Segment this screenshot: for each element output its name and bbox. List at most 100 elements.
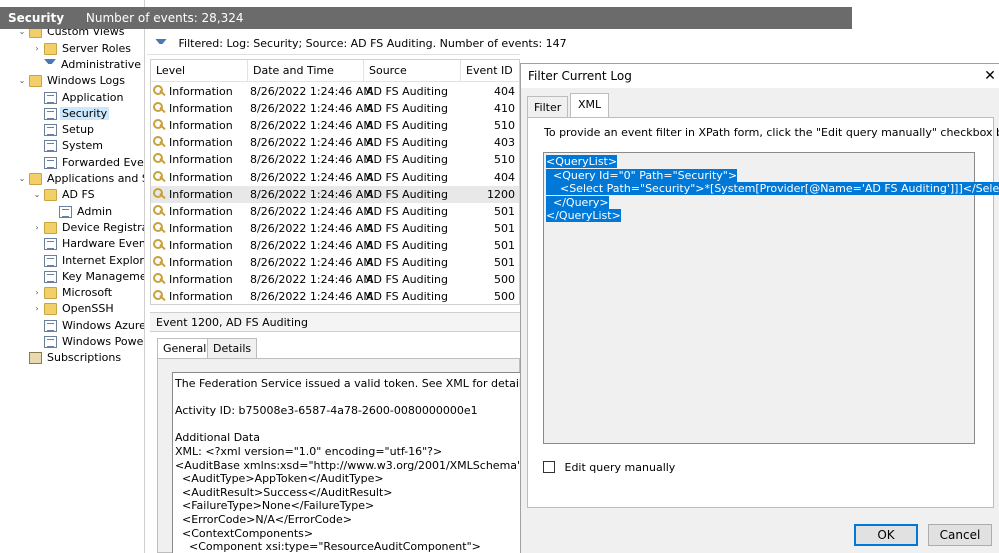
source-cell: AD FS Auditing: [366, 238, 448, 252]
source-cell: AD FS Auditing: [366, 119, 448, 133]
column-header-event-id[interactable]: Event ID: [461, 60, 519, 82]
table-row[interactable]: Information 8/26/2022 1:24:46 AM AD FS Aud…: [151, 288, 519, 304]
table-row[interactable]: Information 8/26/2022 1:24:46 AM AD FS Aud…: [151, 151, 519, 168]
tree-item-label: Administrative Eve: [61, 57, 144, 71]
xml-line: </Query>: [546, 195, 972, 210]
date-cell: 8/26/2022 1:24:46 AM: [250, 204, 373, 218]
tree-item[interactable]: › Device Registration: [32, 220, 144, 236]
date-cell: 8/26/2022 1:24:46 AM: [250, 290, 373, 304]
tree-item[interactable]: Application: [32, 90, 125, 106]
date-cell: 8/26/2022 1:24:46 AM: [250, 256, 373, 269]
description-line: <ErrorCode>N/A</ErrorCode>: [175, 512, 352, 526]
tree-item[interactable]: Internet Explorer: [32, 253, 144, 269]
tree-item[interactable]: › Microsoft: [32, 285, 114, 301]
level-cell: Information: [153, 134, 245, 151]
cancel-button[interactable]: Cancel: [928, 524, 992, 546]
level-text: Information: [169, 102, 233, 116]
table-row[interactable]: Information 8/26/2022 1:24:46 AM AD FS Aud…: [151, 271, 519, 288]
tree-item[interactable]: Key Management: [32, 269, 144, 285]
tree-item[interactable]: Hardware Events: [32, 236, 144, 252]
date-cell: 8/26/2022 1:24:46 AM: [250, 85, 373, 98]
level-cell: Information: [153, 237, 245, 254]
tree-item-label: Windows PowerSh: [62, 335, 144, 348]
tree-item[interactable]: Administrative Eve: [32, 57, 144, 73]
expand-chevron-icon[interactable]: ⌄: [17, 171, 27, 187]
folder-icon: [29, 75, 42, 88]
date-cell: 8/26/2022 1:24:46 AM: [250, 238, 373, 252]
tab-general[interactable]: General: [157, 338, 213, 359]
key-icon: [153, 136, 166, 148]
expand-chevron-icon[interactable]: ⌄: [32, 187, 42, 203]
tree-item-label: Forwarded Events: [62, 155, 144, 169]
edit-query-manually-row[interactable]: Edit query manually: [543, 460, 675, 476]
collapse-chevron-icon[interactable]: ›: [32, 41, 42, 57]
event-id-cell: 403: [494, 136, 515, 150]
column-header-source[interactable]: Source: [364, 60, 461, 82]
level-text: Information: [169, 119, 233, 133]
tree-item[interactable]: Subscriptions: [17, 350, 123, 366]
event-id-cell: 1200: [487, 187, 515, 201]
key-icon: [153, 119, 166, 131]
column-header-date[interactable]: Date and Time: [248, 60, 364, 82]
table-row[interactable]: Information 8/26/2022 1:24:46 AM AD FS Aud…: [151, 117, 519, 134]
tree-item[interactable]: Admin: [47, 204, 114, 220]
table-row[interactable]: Information 8/26/2022 1:24:46 AM AD FS Aud…: [151, 83, 519, 100]
column-header-level[interactable]: Level: [151, 60, 248, 82]
tree-item[interactable]: Security: [32, 106, 110, 122]
collapse-chevron-icon[interactable]: ›: [32, 285, 42, 301]
tab-xml[interactable]: XML: [570, 93, 610, 118]
ok-button[interactable]: OK: [854, 524, 918, 546]
table-row[interactable]: Information 8/26/2022 1:24:46 AM AD FS Aud…: [151, 169, 519, 186]
event-id-cell: 501: [494, 238, 515, 252]
event-id-cell: 501: [494, 221, 515, 235]
description-line: <AuditBase xmlns:xsd="http://www.w3.org/…: [175, 458, 520, 472]
folder-icon: [44, 42, 57, 55]
close-icon[interactable]: ✕: [980, 66, 999, 86]
edit-query-manually-checkbox[interactable]: [543, 461, 555, 473]
event-id-cell: 501: [494, 204, 515, 218]
tree-item[interactable]: › OpenSSH: [32, 301, 116, 317]
tree-item[interactable]: › Server Roles: [32, 41, 133, 57]
date-cell: 8/26/2022 1:24:46 AM: [250, 119, 373, 133]
level-cell: Information: [153, 151, 245, 168]
tree-item[interactable]: ⌄ Applications and Servi: [17, 171, 144, 187]
tree-item-label: Internet Explorer: [62, 253, 144, 267]
tree-item[interactable]: System: [32, 138, 105, 154]
table-row[interactable]: Information 8/26/2022 1:24:46 AM AD FS Aud…: [151, 100, 519, 117]
collapse-chevron-icon[interactable]: ›: [32, 301, 42, 317]
key-icon: [153, 153, 166, 165]
console-tree[interactable]: Event Viewer (Local)⌄Custom Views›Server…: [0, 0, 145, 553]
events-grid[interactable]: Level Date and Time Source Event ID Info…: [150, 59, 520, 305]
event-description[interactable]: The Federation Service issued a valid to…: [172, 372, 520, 553]
tree-item[interactable]: Forwarded Events: [32, 155, 144, 171]
tree-item[interactable]: ⌄ AD FS: [32, 187, 97, 203]
table-row[interactable]: Information 8/26/2022 1:24:46 AM AD FS Aud…: [151, 203, 519, 220]
folder-icon: [44, 221, 57, 234]
tree-item[interactable]: Windows Azure: [32, 318, 144, 334]
table-row[interactable]: Information 8/26/2022 1:24:46 AM AD FS Aud…: [151, 220, 519, 237]
collapse-chevron-icon[interactable]: ›: [32, 220, 42, 236]
table-row[interactable]: Information 8/26/2022 1:24:46 AM AD FS Aud…: [151, 237, 519, 254]
log-icon: [44, 270, 57, 283]
xml-line: </QueryList>: [546, 209, 972, 223]
key-icon: [153, 85, 166, 97]
log-icon: [44, 336, 57, 348]
xml-query-box[interactable]: <QueryList> <Query Id="0" Path="Security…: [543, 152, 999, 444]
edit-query-manually-label[interactable]: Edit query manually: [565, 461, 676, 474]
tree-item-label: Setup: [62, 123, 95, 137]
table-row[interactable]: Information 8/26/2022 1:24:46 AM AD FS Aud…: [151, 134, 519, 151]
tab-details[interactable]: Details: [207, 338, 258, 358]
xpath-instruction: To provide an event filter in XPath form…: [544, 126, 999, 139]
tree-item[interactable]: Windows PowerSh: [32, 334, 144, 350]
expand-chevron-icon[interactable]: ⌄: [17, 73, 27, 89]
grid-header: Level Date and Time Source Event ID: [151, 60, 519, 82]
filter-icon: [44, 58, 56, 70]
table-row[interactable]: Information 8/26/2022 1:24:46 AM AD FS Aud…: [151, 254, 519, 271]
tree-item[interactable]: Setup: [32, 122, 96, 138]
source-cell: AD FS Auditing: [366, 102, 448, 116]
table-row[interactable]: Information 8/26/2022 1:24:46 AM AD FS Aud…: [151, 185, 519, 203]
tab-filter[interactable]: Filter: [527, 96, 569, 118]
tree-item[interactable]: ⌄ Windows Logs: [17, 73, 127, 89]
description-line: <FailureType>None</FailureType>: [175, 499, 375, 513]
level-text: Information: [169, 238, 233, 252]
